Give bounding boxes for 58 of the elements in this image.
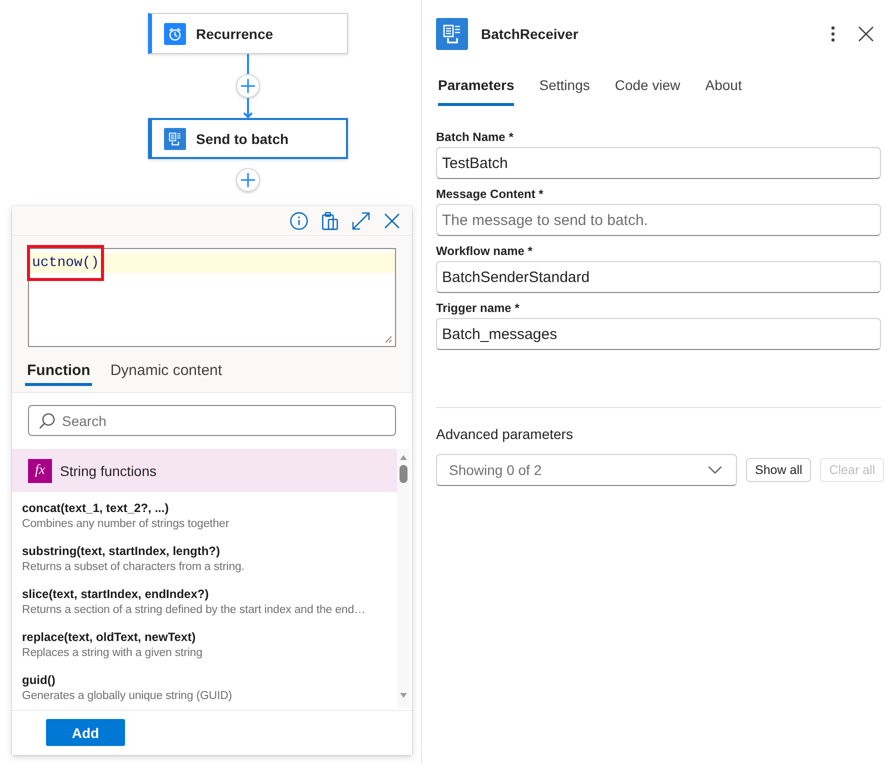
more-options-icon[interactable] bbox=[831, 26, 835, 42]
function-description: Replaces a string with a given string bbox=[22, 646, 204, 661]
resize-grip-icon[interactable] bbox=[385, 336, 392, 343]
info-icon[interactable] bbox=[290, 212, 308, 230]
function-category-header[interactable]: fx String functions bbox=[12, 449, 397, 492]
connector-line bbox=[247, 54, 249, 74]
tab[interactable]: Dynamic content bbox=[108, 352, 224, 386]
advanced-parameters-dropdown[interactable]: Showing 0 of 2 bbox=[436, 454, 737, 486]
tab[interactable]: Function bbox=[25, 352, 92, 386]
function-signature[interactable]: substring(text, startIndex, length?) bbox=[22, 543, 391, 559]
function-description: Returns a section of a string defined by the start index and the end… bbox=[22, 603, 366, 618]
plus-icon bbox=[241, 173, 255, 187]
plus-icon bbox=[241, 79, 255, 93]
function-signature[interactable]: slice(text, startIndex, endIndex?) bbox=[22, 586, 391, 602]
text-field[interactable]: Batch_messages bbox=[436, 318, 881, 350]
function-signature[interactable]: concat(text_1, text_2?, ...) bbox=[22, 500, 391, 516]
search-icon bbox=[39, 413, 55, 429]
add-step-button[interactable] bbox=[236, 74, 260, 98]
function-symbol: fx bbox=[28, 458, 52, 482]
text-field[interactable]: TestBatch bbox=[436, 147, 881, 179]
document-tray-icon bbox=[164, 128, 186, 150]
chevron-down-icon bbox=[708, 466, 722, 474]
category-title: String functions bbox=[60, 462, 156, 478]
panel-title: BatchReceiver bbox=[481, 26, 578, 42]
add-button[interactable]: Add bbox=[46, 719, 125, 746]
alarm-clock-icon bbox=[164, 22, 186, 44]
close-icon[interactable] bbox=[384, 212, 400, 228]
tab[interactable]: Settings bbox=[539, 75, 590, 106]
workflow-step-card[interactable]: Send to batch bbox=[148, 118, 348, 159]
function-description: Returns a subset of characters from a string. bbox=[22, 560, 246, 575]
expression-text: uctnow() bbox=[32, 254, 100, 272]
clipboard-icon[interactable] bbox=[322, 212, 338, 230]
tab[interactable]: Parameters bbox=[438, 75, 514, 106]
text-field[interactable]: The message to send to batch. bbox=[436, 204, 881, 236]
function-description: Combines any number of strings together bbox=[22, 517, 230, 532]
text-field[interactable]: BatchSenderStandard bbox=[436, 261, 881, 293]
connector-arrow bbox=[243, 98, 253, 118]
workflow-step-card[interactable]: Recurrence bbox=[148, 13, 348, 54]
close-icon[interactable] bbox=[858, 26, 874, 42]
search-field[interactable]: Search bbox=[28, 405, 396, 436]
step-title: Send to batch bbox=[196, 130, 289, 146]
function-signature[interactable]: guid() bbox=[22, 672, 391, 688]
field-label: Batch Name * bbox=[436, 129, 514, 145]
expression-editor[interactable]: uctnow() bbox=[28, 248, 396, 347]
add-step-button[interactable] bbox=[236, 168, 260, 192]
expand-icon[interactable] bbox=[352, 212, 370, 230]
tab[interactable]: Code view bbox=[614, 75, 680, 106]
field-label: Message Content * bbox=[436, 186, 544, 202]
function-signature[interactable]: replace(text, oldText, newText) bbox=[22, 629, 391, 645]
function-description: Generates a globally unique string (GUID) bbox=[22, 689, 234, 704]
section-title: Advanced parameters bbox=[436, 425, 573, 444]
tab[interactable]: About bbox=[705, 75, 742, 106]
document-tray-icon bbox=[436, 18, 468, 50]
step-title: Recurrence bbox=[196, 26, 274, 42]
show-all-button[interactable]: Show all bbox=[746, 458, 812, 482]
field-label: Trigger name * bbox=[436, 300, 520, 316]
scrollbar[interactable] bbox=[397, 449, 410, 708]
field-label: Workflow name * bbox=[436, 243, 532, 259]
